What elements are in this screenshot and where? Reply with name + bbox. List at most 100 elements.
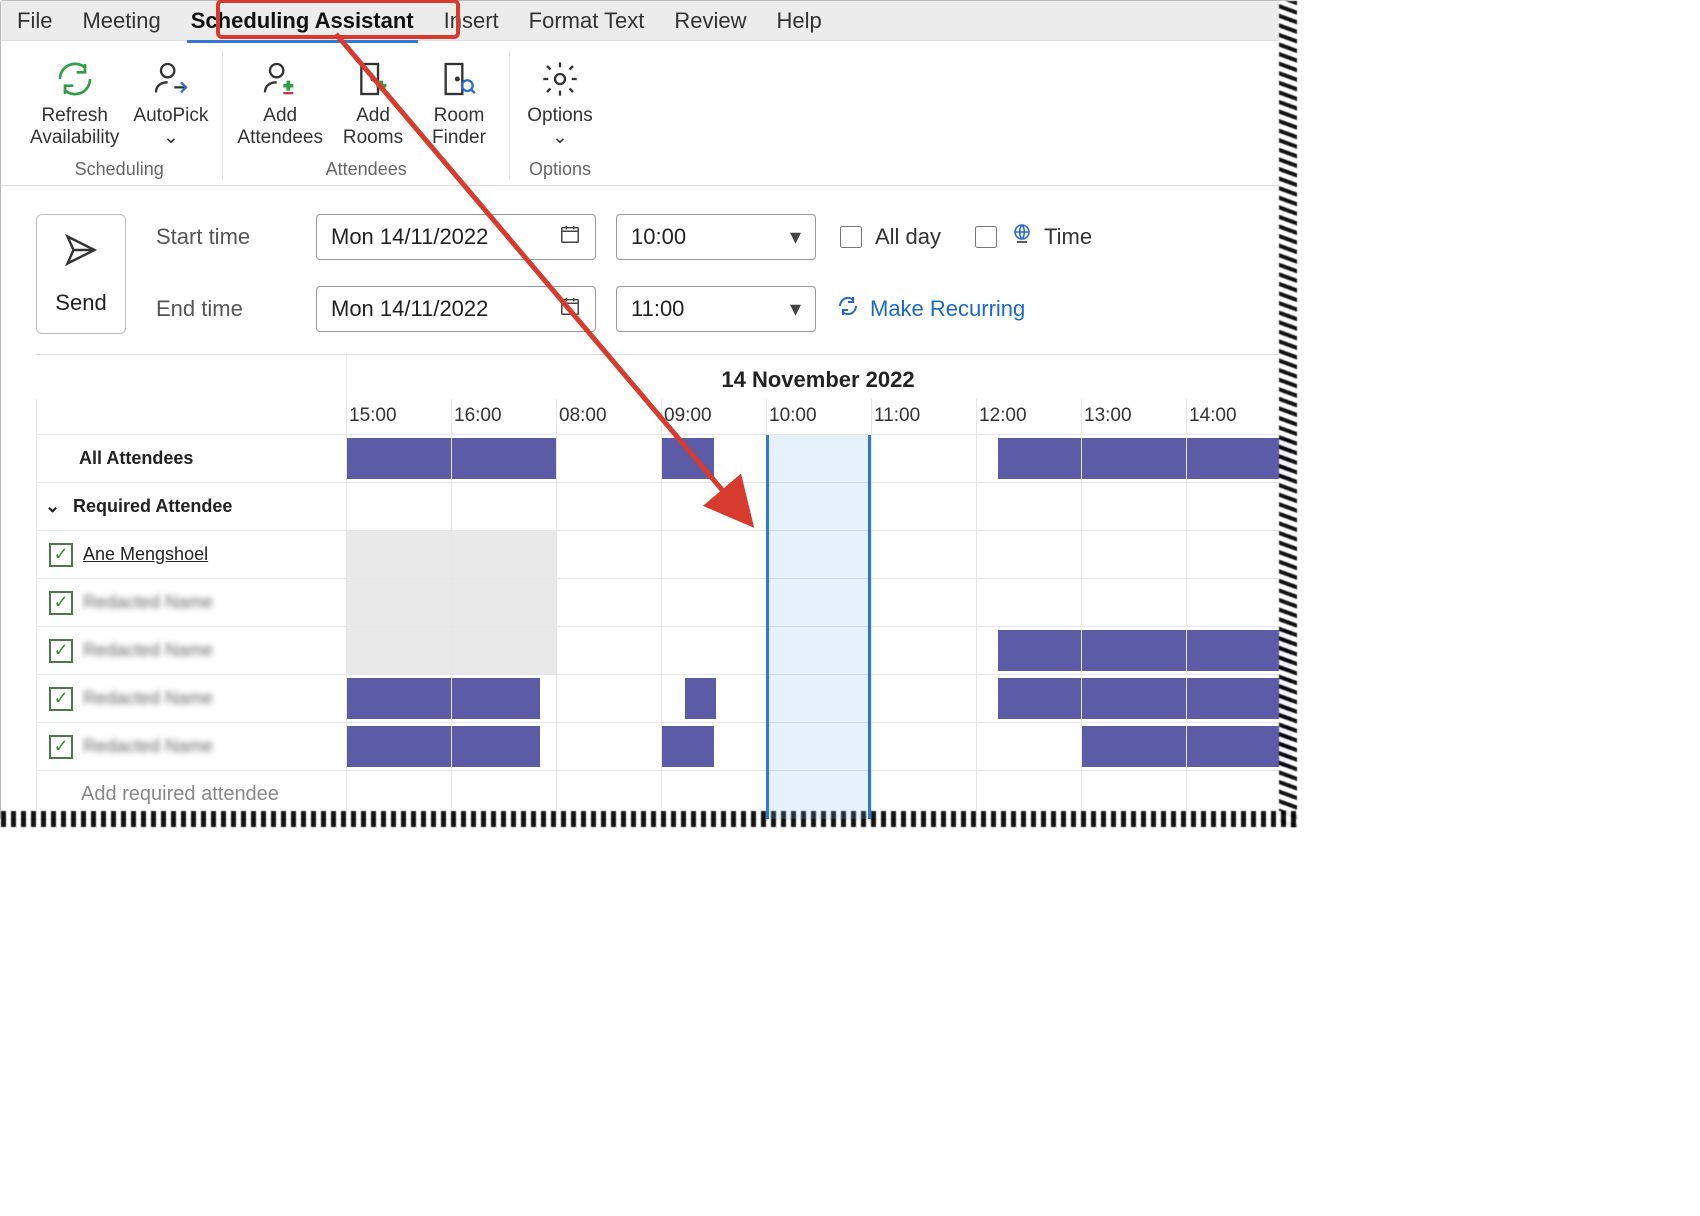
attendee-row[interactable]: ✓ Ane Mengshoel — [37, 531, 1292, 579]
checkmark-icon[interactable]: ✓ — [49, 543, 73, 567]
time-col-header: 10:00 — [767, 399, 872, 435]
time-col-header: 09:00 — [662, 399, 767, 435]
chevron-down-icon: ⌄ — [45, 496, 63, 517]
door-add-icon — [353, 55, 393, 103]
busy-block — [1187, 438, 1291, 479]
attendee-row[interactable]: ✓Redacted Name — [37, 579, 1292, 627]
start-time-value: 10:00 — [631, 224, 686, 250]
tab-help[interactable]: Help — [771, 5, 828, 37]
nonworking-block — [452, 531, 556, 578]
nonworking-block — [347, 579, 451, 626]
schedule-table: 15:00 16:00 08:00 09:00 10:00 11:00 12:0… — [36, 399, 1292, 820]
add-attendee-row[interactable]: Add required attendee — [37, 771, 1292, 819]
gear-icon — [540, 55, 580, 103]
time-col-header: 16:00 — [452, 399, 557, 435]
add-rooms-label: Add Rooms — [343, 105, 403, 149]
attendee-name: Redacted Name — [83, 640, 213, 661]
attendee-name: Ane Mengshoel — [83, 544, 208, 565]
nonworking-block — [452, 627, 556, 674]
add-attendees-label: Add Attendees — [237, 105, 323, 149]
timezones-checkbox[interactable]: Time — [971, 222, 1092, 252]
ribbon: Refresh Availability AutoPick⌄ Schedulin… — [1, 41, 1289, 186]
attendee-name: Redacted Name — [83, 688, 213, 709]
busy-block — [662, 438, 714, 479]
all-day-checkbox-input[interactable] — [840, 226, 862, 248]
room-finder-button[interactable]: Room Finder — [419, 51, 499, 153]
checkmark-icon[interactable]: ✓ — [49, 687, 73, 711]
busy-block — [998, 678, 1081, 719]
send-button[interactable]: Send — [36, 214, 126, 334]
time-col-header: 12:00 — [977, 399, 1082, 435]
tab-review[interactable]: Review — [668, 5, 752, 37]
refresh-availability-button[interactable]: Refresh Availability — [26, 51, 123, 153]
ribbon-group-attendees: Add Attendees Add Rooms Room Finder Atte… — [223, 51, 510, 180]
person-add-icon — [260, 55, 300, 103]
busy-block — [452, 678, 540, 719]
ribbon-group-label: Attendees — [326, 159, 407, 180]
send-icon — [61, 232, 101, 274]
attendee-row[interactable]: ✓ Redacted Name — [37, 675, 1292, 723]
start-date-field[interactable]: Mon 14/11/2022 — [316, 214, 596, 260]
start-time-field[interactable]: 10:00 ▾ — [616, 214, 816, 260]
tab-insert[interactable]: Insert — [438, 5, 505, 37]
busy-block — [1082, 726, 1186, 767]
timezones-checkbox-input[interactable] — [975, 226, 997, 248]
busy-block — [1187, 726, 1291, 767]
add-attendees-button[interactable]: Add Attendees — [233, 51, 327, 153]
time-col-header: 14:00 — [1187, 399, 1292, 435]
send-label: Send — [55, 290, 106, 316]
busy-block — [662, 726, 714, 767]
time-header-row: 15:00 16:00 08:00 09:00 10:00 11:00 12:0… — [37, 399, 1292, 435]
busy-block — [452, 726, 540, 767]
attendee-row[interactable]: ✓ Redacted Name — [37, 627, 1292, 675]
end-time-field[interactable]: 11:00 ▾ — [616, 286, 816, 332]
tab-format-text[interactable]: Format Text — [523, 5, 651, 37]
busy-block — [1082, 438, 1186, 479]
ribbon-tab-strip: File Meeting Scheduling Assistant Insert… — [1, 1, 1289, 41]
globe-icon — [1010, 222, 1034, 252]
busy-block — [998, 630, 1081, 671]
chevron-down-icon: ⌄ — [163, 127, 179, 148]
nonworking-block — [347, 627, 451, 674]
all-day-checkbox[interactable]: All day — [836, 223, 941, 251]
all-attendees-label: All Attendees — [41, 448, 345, 469]
add-attendee-placeholder[interactable]: Add required attendee — [41, 783, 345, 806]
make-recurring-link[interactable]: Make Recurring — [836, 294, 1025, 324]
all-day-label: All day — [875, 224, 941, 250]
start-date-value: Mon 14/11/2022 — [331, 224, 488, 250]
refresh-availability-label: Refresh Availability — [30, 105, 119, 149]
meeting-time-form: Send Start time Mon 14/11/2022 10:00 ▾ A… — [1, 186, 1289, 354]
ribbon-group-label: Options — [529, 159, 591, 180]
time-col-header: 08:00 — [557, 399, 662, 435]
autopick-label: AutoPick⌄ — [133, 105, 208, 149]
options-button[interactable]: Options⌄ — [520, 51, 600, 153]
busy-block — [1082, 678, 1186, 719]
time-col-header: 11:00 — [872, 399, 977, 435]
required-attendee-label: Required Attendee — [73, 496, 232, 517]
schedule-grid: 14 November 2022 15:00 16:00 08:00 09:00… — [36, 354, 1289, 820]
chevron-down-icon: ▾ — [790, 296, 801, 322]
attendee-name: Redacted Name — [83, 736, 213, 757]
checkmark-icon[interactable]: ✓ — [49, 639, 73, 663]
tab-file[interactable]: File — [11, 5, 58, 37]
required-attendee-group-row[interactable]: ⌄ Required Attendee — [37, 483, 1292, 531]
busy-block — [685, 678, 716, 719]
add-rooms-button[interactable]: Add Rooms — [333, 51, 413, 153]
nonworking-block — [452, 579, 556, 626]
time-col-header: 15:00 — [347, 399, 452, 435]
refresh-icon — [55, 55, 95, 103]
ribbon-group-scheduling: Refresh Availability AutoPick⌄ Schedulin… — [16, 51, 223, 180]
door-search-icon — [439, 55, 479, 103]
checkmark-icon[interactable]: ✓ — [49, 735, 73, 759]
time-col-header: 13:00 — [1082, 399, 1187, 435]
autopick-button[interactable]: AutoPick⌄ — [129, 51, 212, 153]
attendee-row[interactable]: ✓ Redacted Name — [37, 723, 1292, 771]
chevron-down-icon: ▾ — [790, 224, 801, 250]
tab-meeting[interactable]: Meeting — [76, 5, 166, 37]
tab-scheduling-assistant[interactable]: Scheduling Assistant — [185, 5, 420, 37]
end-date-field[interactable]: Mon 14/11/2022 — [316, 286, 596, 332]
options-label: Options⌄ — [527, 105, 592, 149]
checkmark-icon[interactable]: ✓ — [49, 591, 73, 615]
ribbon-group-options: Options⌄ Options — [510, 51, 610, 180]
calendar-icon — [559, 295, 581, 323]
